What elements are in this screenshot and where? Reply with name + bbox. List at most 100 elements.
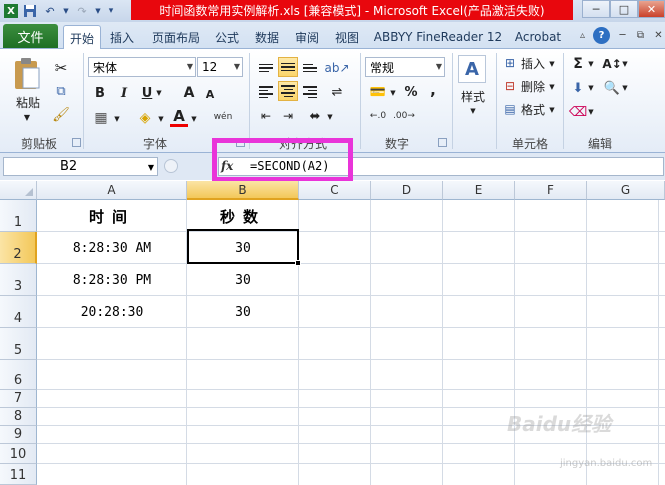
column-header-a[interactable]: A: [37, 181, 187, 200]
align-left-icon[interactable]: [256, 83, 276, 101]
minimize-ribbon-icon[interactable]: ▵: [574, 27, 591, 44]
underline-dropdown-icon[interactable]: ▼: [155, 87, 163, 99]
tab-formulas[interactable]: 公式: [210, 26, 244, 48]
insert-cells-icon[interactable]: ⊞: [502, 55, 518, 71]
row-header-10[interactable]: 10: [0, 444, 37, 464]
insert-dropdown-icon[interactable]: ▼: [548, 58, 556, 70]
excel-logo-icon[interactable]: X: [4, 4, 18, 18]
tab-review[interactable]: 审阅: [290, 26, 324, 48]
cell-a4[interactable]: 20:28:30: [37, 296, 187, 328]
column-header-c[interactable]: C: [299, 181, 371, 200]
clear-dropdown-icon[interactable]: ▼: [587, 106, 595, 118]
row-header-3[interactable]: 3: [0, 264, 37, 296]
column-header-f[interactable]: F: [515, 181, 587, 200]
minimize-button[interactable]: ─: [582, 0, 610, 18]
column-header-g[interactable]: G: [587, 181, 665, 200]
delete-dropdown-icon[interactable]: ▼: [548, 81, 556, 93]
cell-b3[interactable]: 30: [187, 264, 299, 296]
font-size-select[interactable]: 12 ▼: [197, 57, 243, 77]
row-header-11[interactable]: 11: [0, 464, 37, 485]
fill-color-icon[interactable]: ◈: [136, 109, 154, 127]
close-button[interactable]: ✕: [638, 0, 665, 18]
styles-dropdown-icon[interactable]: ▼: [467, 105, 479, 117]
select-all-button[interactable]: [0, 181, 37, 200]
column-header-b[interactable]: B: [187, 181, 299, 200]
comma-button[interactable]: ,: [426, 81, 440, 99]
insert-cells-button[interactable]: 插入: [520, 55, 546, 71]
sort-filter-icon[interactable]: A↕: [602, 55, 621, 73]
autosum-dropdown-icon[interactable]: ▼: [587, 58, 595, 70]
borders-icon[interactable]: ▦: [92, 109, 110, 127]
find-dropdown-icon[interactable]: ▼: [621, 82, 629, 94]
clear-icon[interactable]: ⌫: [569, 103, 587, 121]
row-header-1[interactable]: 1: [0, 200, 37, 232]
column-header-e[interactable]: E: [443, 181, 515, 200]
currency-dropdown-icon[interactable]: ▼: [389, 87, 397, 99]
window-minimize-icon[interactable]: ─: [614, 27, 631, 44]
fill-dropdown-icon[interactable]: ▼: [587, 82, 595, 94]
autosum-button[interactable]: Σ: [570, 55, 586, 73]
styles-icon[interactable]: A: [458, 55, 486, 83]
redo-dropdown-icon[interactable]: ▼: [94, 3, 102, 19]
row-header-9[interactable]: 9: [0, 426, 37, 444]
sort-dropdown-icon[interactable]: ▼: [621, 58, 629, 70]
font-name-select[interactable]: 宋体 ▼: [88, 57, 196, 77]
delete-cells-icon[interactable]: ⊟: [502, 78, 518, 94]
fill-color-dropdown-icon[interactable]: ▼: [157, 113, 165, 125]
save-icon[interactable]: [22, 3, 38, 19]
column-header-d[interactable]: D: [371, 181, 443, 200]
grow-font-button[interactable]: A: [181, 84, 197, 102]
tab-home[interactable]: 开始: [63, 25, 101, 50]
delete-cells-button[interactable]: 删除: [520, 78, 546, 94]
font-color-dropdown-icon[interactable]: ▼: [190, 113, 198, 125]
tab-file[interactable]: 文件: [3, 24, 58, 48]
row-header-6[interactable]: 6: [0, 360, 37, 390]
cell-a3[interactable]: 8:28:30 PM: [37, 264, 187, 296]
tab-acrobat[interactable]: Acrobat: [510, 26, 566, 48]
align-right-icon[interactable]: [300, 83, 320, 101]
orientation-icon[interactable]: ab↗: [324, 59, 349, 77]
format-painter-icon[interactable]: 🖌: [52, 106, 70, 124]
row-header-4[interactable]: 4: [0, 296, 37, 328]
paste-button[interactable]: 粘贴: [8, 93, 48, 111]
borders-dropdown-icon[interactable]: ▼: [113, 113, 121, 125]
format-cells-button[interactable]: 格式: [520, 101, 546, 117]
undo-dropdown-icon[interactable]: ▼: [62, 3, 70, 19]
number-format-select[interactable]: 常规 ▼: [365, 57, 445, 77]
cell-b4[interactable]: 30: [187, 296, 299, 328]
align-bottom-icon[interactable]: [300, 59, 320, 77]
customize-qat-icon[interactable]: ▾: [106, 3, 116, 19]
format-dropdown-icon[interactable]: ▼: [548, 104, 556, 116]
find-select-icon[interactable]: 🔍: [603, 79, 621, 97]
row-header-2[interactable]: 2: [0, 232, 37, 264]
undo-icon[interactable]: ↶: [42, 3, 58, 19]
phonetic-guide-icon[interactable]: wén: [212, 107, 234, 127]
redo-icon[interactable]: ↷: [74, 3, 90, 19]
cell-a1[interactable]: 时间: [37, 200, 187, 232]
align-center-icon[interactable]: [278, 81, 298, 101]
italic-button[interactable]: I: [116, 84, 132, 102]
percent-button[interactable]: %: [402, 83, 420, 101]
increase-indent-icon[interactable]: ⇥: [278, 107, 298, 125]
align-middle-icon[interactable]: [278, 57, 298, 77]
paste-dropdown-icon[interactable]: ▼: [20, 112, 34, 122]
cell-b1[interactable]: 秒数: [187, 200, 299, 232]
window-close-icon[interactable]: ✕: [650, 27, 665, 44]
window-restore-icon[interactable]: ⧉: [632, 27, 649, 44]
help-icon[interactable]: ?: [593, 27, 610, 44]
currency-icon[interactable]: 💳: [367, 83, 389, 101]
tab-page-layout[interactable]: 页面布局: [145, 26, 207, 48]
copy-icon[interactable]: ⧉: [52, 82, 70, 100]
number-launcher-icon[interactable]: [438, 138, 447, 147]
wrap-text-icon[interactable]: ⇌: [326, 83, 348, 101]
format-cells-icon[interactable]: ▤: [502, 101, 518, 117]
tab-data[interactable]: 数据: [250, 26, 284, 48]
decrease-decimal-icon[interactable]: .00→: [393, 107, 415, 125]
increase-decimal-icon[interactable]: ←.0: [367, 107, 389, 125]
paste-icon[interactable]: [8, 54, 46, 94]
underline-button[interactable]: U: [139, 84, 155, 102]
bold-button[interactable]: B: [92, 84, 108, 102]
fill-handle[interactable]: [295, 260, 301, 266]
tab-insert[interactable]: 插入: [104, 26, 140, 48]
shrink-font-button[interactable]: A: [203, 86, 217, 102]
